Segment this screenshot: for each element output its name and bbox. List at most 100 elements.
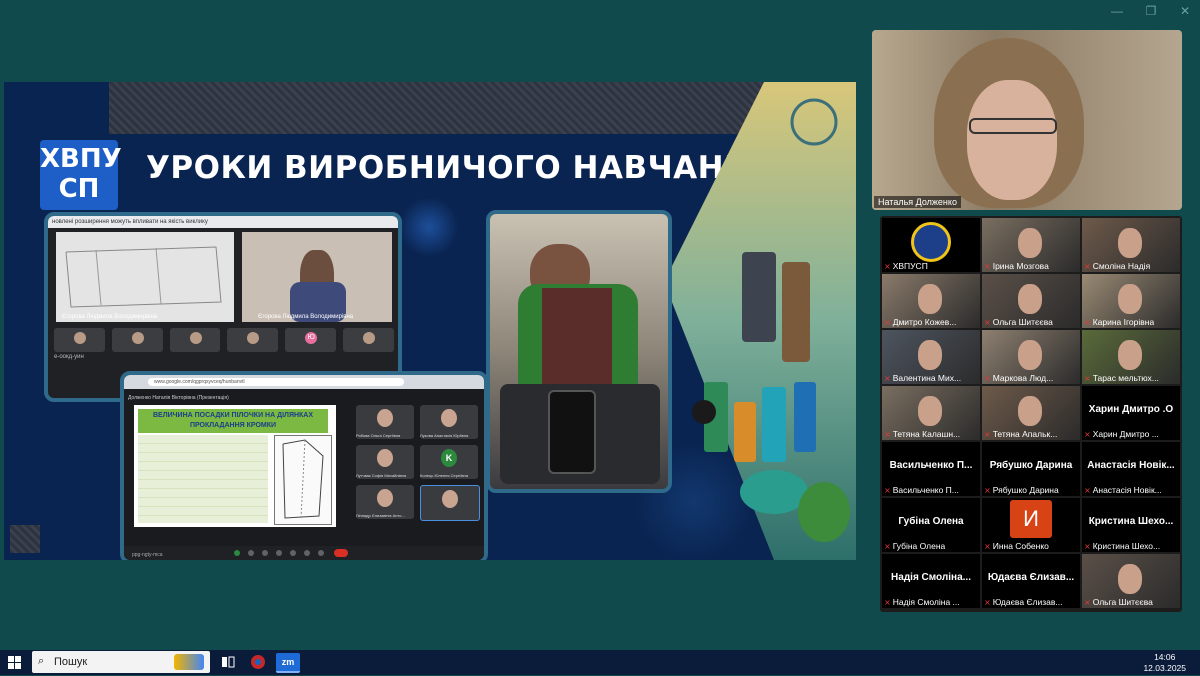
windows-start-icon[interactable] (8, 656, 22, 670)
muted-mic-icon: ⨯ (984, 318, 991, 327)
participant-name-text: Ірина Мозгова (992, 261, 1049, 271)
participant-name-text: Юдаєва Єлизав... (992, 597, 1063, 607)
participant-name: Колець Юлення Сергіївна (420, 473, 468, 478)
participant-name-label: ⨯ Маркова Люд... (984, 373, 1053, 383)
participant-face (918, 340, 942, 370)
restore-icon[interactable]: ❐ (1144, 4, 1158, 18)
muted-mic-icon: ⨯ (984, 598, 991, 607)
presentation-document: ВЕЛИЧИНА ПОСАДКИ ПІЛОЧКИ НА ДІЛЯНКАХ ПРО… (134, 405, 336, 527)
task-view-icon[interactable] (218, 653, 238, 671)
participant-strip: Ю (54, 328, 394, 352)
participant-name-text: Надія Смоліна ... (892, 597, 960, 607)
participant-tile[interactable]: Харин Дмитро .О ⨯ Харин Дмитро ... (1082, 386, 1180, 440)
participant-display-name: Губіна Олена (898, 516, 964, 527)
taskbar-search-box[interactable]: ⌕ Пошук (32, 651, 210, 673)
participant-tile[interactable]: ⨯ Смоліна Надія (1082, 218, 1180, 272)
browser-app-icon[interactable] (248, 653, 268, 671)
sewing-photo (486, 210, 672, 493)
participant-name-label: ⨯ Рябушко Дарина (984, 485, 1059, 495)
search-icon: ⌕ (38, 655, 45, 667)
participant-tile[interactable]: Кристина Шехо... ⨯ Кристина Шехо... (1082, 498, 1180, 552)
muted-mic-icon: ⨯ (884, 486, 891, 495)
participant-name-label: ⨯ Надія Смоліна ... (884, 597, 960, 607)
participant-tile[interactable]: ⨯ Ірина Мозгова (982, 218, 1080, 272)
participant-display-name: Васильченко П... (889, 460, 973, 471)
participant-tile[interactable]: ⨯ Ольга Шитєєва (982, 274, 1080, 328)
participant-name-text: Анастасія Новік... (1092, 485, 1162, 495)
participant-display-name: Надія Смоліна... (891, 572, 971, 583)
participant-name-label: ⨯ Карина Ігорівна (1084, 317, 1154, 327)
participant-name-text: Валентина Мих... (892, 373, 962, 383)
participant-tile[interactable]: ⨯ Валентина Мих... (882, 330, 980, 384)
zoom-app-icon[interactable]: zm (276, 653, 300, 673)
participant-tile[interactable]: ⨯ Дмитро Кожев... (882, 274, 980, 328)
participant-gallery: ⨯ ХВПУСП ⨯ Ірина Мозгова ⨯ Смоліна Надія ⨯ Дмит… (880, 216, 1182, 612)
participant-tile[interactable]: И ⨯ Инна Собенко (982, 498, 1080, 552)
participant-tile[interactable]: Анастасія Новік... ⨯ Анастасія Новік... (1082, 442, 1180, 496)
participant-thumb (111, 328, 163, 352)
minimize-icon[interactable]: — (1110, 4, 1124, 18)
participant-name-text: Смоліна Надія (1092, 261, 1151, 271)
muted-mic-icon: ⨯ (884, 430, 891, 439)
participant-name: Лукова Анастасія Юріївна (420, 433, 469, 438)
participant-name-text: Тарас мельтюх... (1092, 373, 1159, 383)
muted-mic-icon: ⨯ (884, 542, 891, 551)
participant-tile[interactable]: Васильченко П... ⨯ Васильченко П... (882, 442, 980, 496)
participant-name-text: Тетяна Апальк... (992, 429, 1058, 439)
participant-thumb (343, 328, 394, 352)
muted-mic-icon: ⨯ (1084, 598, 1091, 607)
participant-tile[interactable]: ⨯ Тетяна Калашн... (882, 386, 980, 440)
meeting-code: е-оокд-уин (54, 354, 84, 360)
close-icon[interactable]: ✕ (1178, 4, 1192, 18)
participant-name-label: ⨯ Анастасія Новік... (1084, 485, 1162, 495)
muted-mic-icon: ⨯ (884, 318, 891, 327)
participant-tile[interactable]: ⨯ Карина Ігорівна (1082, 274, 1180, 328)
participant-name-label: ⨯ Васильченко П... (884, 485, 959, 495)
participant-name-text: Рябушко Дарина (992, 485, 1059, 495)
search-highlight-icon (174, 654, 204, 670)
participant-face (918, 396, 942, 426)
participant-name-text: Ольга Шитєєва (1092, 597, 1153, 607)
participant-face (1118, 340, 1142, 370)
participant-tile[interactable]: ⨯ Маркова Люд... (982, 330, 1080, 384)
participant-face (1018, 340, 1042, 370)
participant-thumb (169, 328, 221, 352)
participant-name-label: ⨯ Губіна Олена (884, 541, 945, 551)
pattern-figure (274, 435, 332, 525)
muted-mic-icon: ⨯ (1084, 430, 1091, 439)
muted-mic-icon: ⨯ (984, 262, 991, 271)
participant-name-text: Карина Ігорівна (1092, 317, 1155, 327)
participant-display-name: Анастасія Новік... (1087, 460, 1175, 471)
participant-name-text: Дмитро Кожев... (892, 317, 957, 327)
active-speaker-video[interactable]: Наталья Долженко (872, 30, 1182, 210)
participant-name-text: Кристина Шехо... (1092, 541, 1161, 551)
participant-thumb: Ю (285, 328, 337, 352)
participant-name: Ліннадр Єлизавета Анто... (356, 513, 405, 518)
school-logo: ХВПУ СП (40, 140, 122, 210)
participant-tile[interactable]: ⨯ Ольга Шитєєва (1082, 554, 1180, 608)
participant-name-label: ⨯ Дмитро Кожев... (884, 317, 956, 327)
meet-screenshot-2: www.google.com/qgprqsyvceq/hunbanvtl Дол… (120, 371, 488, 560)
participant-tile[interactable]: Рябушко Дарина ⨯ Рябушко Дарина (982, 442, 1080, 496)
participant-tile[interactable]: Юдаєва Єлизав... ⨯ Юдаєва Єлизав... (982, 554, 1080, 608)
slide-glow (399, 197, 459, 257)
presenter-label: Долженко Наталія Вікторівна (Презентація… (128, 395, 229, 401)
system-clock[interactable]: 14:06 12.03.2025 (1143, 652, 1186, 674)
meeting-code: ppg-ngty-mca (132, 552, 163, 558)
participant-tile[interactable]: Надія Смоліна... ⨯ Надія Смоліна ... (882, 554, 980, 608)
browser-toolbar: www.google.com/qgprqsyvceq/hunbanvtl (124, 375, 484, 389)
participant-name: Рябова Ольга Сергіївна (356, 433, 401, 438)
participant-tile[interactable]: Губіна Олена ⨯ Губіна Олена (882, 498, 980, 552)
presenter-name: Єгорова Людмила Володимирівна (62, 314, 158, 320)
participant-display-name: Кристина Шехо... (1088, 516, 1174, 527)
participant-tile[interactable]: ⨯ Тетяна Апальк... (982, 386, 1080, 440)
participant-display-name: Рябушко Дарина (989, 460, 1073, 471)
participant-name-text: Харин Дмитро ... (1092, 429, 1159, 439)
initial-avatar: И (1010, 500, 1052, 538)
participant-tile[interactable]: ⨯ Тарас мельтюх... (1082, 330, 1180, 384)
participant-name-text: Васильченко П... (892, 485, 959, 495)
participant-name-label: ⨯ Инна Собенко (984, 541, 1049, 551)
participant-name-text: Тетяна Калашн... (892, 429, 961, 439)
participant-name-text: Инна Собенко (992, 541, 1049, 551)
participant-tile[interactable]: ⨯ ХВПУСП (882, 218, 980, 272)
